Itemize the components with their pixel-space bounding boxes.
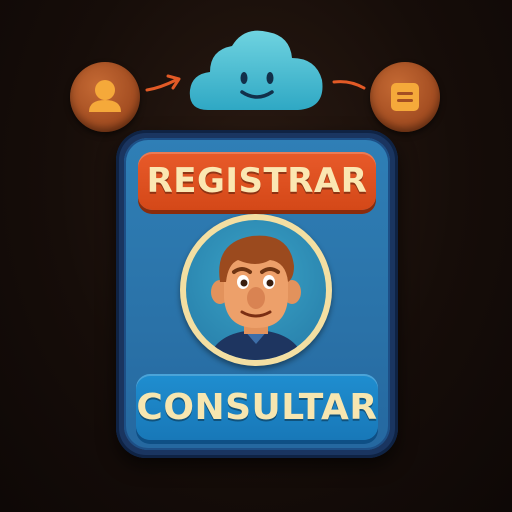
cloud-node[interactable] xyxy=(186,22,328,120)
card-panel: REGISTRAR CONSULTAR xyxy=(124,138,390,450)
document-node[interactable] xyxy=(370,62,440,132)
app-card: REGISTRAR CONSULTAR xyxy=(116,130,398,458)
smiling-cloud-icon xyxy=(189,30,323,110)
register-button[interactable]: REGISTRAR xyxy=(138,152,376,210)
scene: REGISTRAR CONSULTAR xyxy=(0,0,512,512)
consult-button-label: CONSULTAR xyxy=(136,386,378,428)
avatar xyxy=(180,214,332,366)
user-node[interactable] xyxy=(70,62,140,132)
arrow-to-document-icon xyxy=(330,74,370,100)
arrow-to-cloud-icon xyxy=(144,70,184,96)
user-icon xyxy=(89,80,121,112)
document-icon xyxy=(391,83,419,111)
consult-button[interactable]: CONSULTAR xyxy=(136,374,378,440)
person-avatar-icon xyxy=(208,235,304,360)
register-button-label: REGISTRAR xyxy=(146,161,368,201)
